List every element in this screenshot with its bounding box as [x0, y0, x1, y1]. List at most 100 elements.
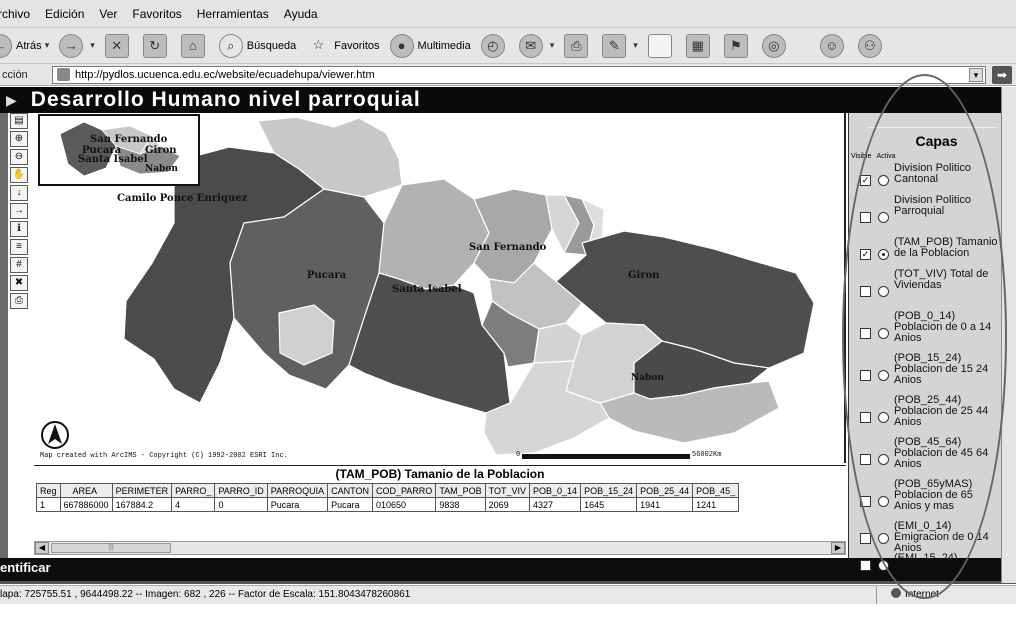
- menu-bar: rchivo Edición Ver Favoritos Herramienta…: [0, 0, 1016, 28]
- extra-button-2[interactable]: ⚇: [857, 33, 886, 58]
- cell-cod-parro: 010650: [371, 497, 437, 512]
- grid-icon[interactable]: #: [10, 257, 28, 273]
- layer-visible-checkbox[interactable]: [860, 212, 871, 223]
- col-perimeter: PERIMETER: [111, 483, 173, 498]
- address-dropdown-icon[interactable]: ▾: [969, 67, 983, 82]
- map-tools: ▤ ⊕ ⊖ ✋ ↓ → ℹ ≡ # ✖ ⎙: [8, 113, 32, 563]
- menu-favoritos[interactable]: Favoritos: [132, 7, 181, 21]
- home-icon: ⌂: [180, 33, 205, 58]
- table-row[interactable]: 1 667886000 167884.2 4 0 Pucara Pucara 0…: [36, 497, 740, 512]
- address-bar: cción http://pydlos.ucuenca.edu.ec/websi…: [0, 64, 1016, 86]
- scale-bar: [522, 454, 690, 459]
- print-map-icon[interactable]: ⎙: [10, 293, 28, 309]
- table-header-row: Reg AREA PERIMETER PARRO_ PARRO_ID PARRO…: [36, 483, 740, 498]
- table-hscrollbar[interactable]: ◀ ||| ▶: [34, 541, 846, 555]
- toggle-overview-icon[interactable]: ▤: [10, 113, 28, 129]
- layer-active-radio[interactable]: [878, 533, 889, 544]
- region-pucara-hole: [278, 304, 335, 366]
- layer-visible-checkbox[interactable]: [860, 496, 871, 507]
- layer-active-radio[interactable]: [878, 249, 889, 260]
- layer-active-radio[interactable]: [878, 560, 889, 571]
- mail-button[interactable]: ✉ ▾: [518, 33, 555, 58]
- menu-ayuda[interactable]: Ayuda: [284, 7, 318, 21]
- pan-hand-icon[interactable]: ✋: [10, 167, 28, 183]
- layer-visible-checkbox[interactable]: ✓: [860, 175, 871, 186]
- cell-reg: 1: [36, 497, 61, 512]
- cell-tot-viv: 2069: [484, 497, 531, 512]
- col-area: AREA: [59, 483, 113, 498]
- layer-active-radio[interactable]: [878, 212, 889, 223]
- menu-herramientas[interactable]: Herramientas: [197, 7, 269, 21]
- pan-down-icon[interactable]: ↓: [10, 185, 28, 201]
- messenger-button[interactable]: ⚑: [723, 33, 752, 58]
- forward-button[interactable]: → ▾: [59, 33, 95, 58]
- back-button[interactable]: ← Atrás ▾: [0, 33, 50, 58]
- messenger-icon: ⚑: [723, 33, 748, 58]
- pan-right-icon[interactable]: →: [10, 203, 28, 219]
- multimedia-button[interactable]: ● Multimedia: [389, 33, 471, 58]
- menu-edicion[interactable]: Edición: [45, 7, 84, 21]
- layer-label: (POB_65yMAS) Poblacion de 65 Anios y mas: [894, 478, 973, 512]
- menu-archivo[interactable]: rchivo: [0, 7, 30, 21]
- col-parro-id: PARRO_ID: [214, 483, 268, 498]
- layer-label: Division Politico Cantonal: [894, 162, 972, 185]
- stop-button[interactable]: ✕: [104, 33, 133, 58]
- col-pob-25-44: POB_25_44: [636, 483, 694, 498]
- refresh-button[interactable]: ↻: [142, 33, 171, 58]
- favorites-label: Favoritos: [334, 39, 380, 52]
- menu-ver[interactable]: Ver: [99, 7, 117, 21]
- zoom-in-icon[interactable]: ⊕: [10, 131, 28, 147]
- layers-column-headers: Visible Activa: [851, 153, 896, 160]
- layer-visible-checkbox[interactable]: [860, 454, 871, 465]
- discuss-button[interactable]: [647, 33, 676, 58]
- layer-active-radio[interactable]: [878, 412, 889, 423]
- forward-dropdown-icon[interactable]: ▾: [90, 40, 95, 51]
- layer-active-radio[interactable]: [878, 454, 889, 465]
- media-button[interactable]: ◎: [761, 33, 790, 58]
- layer-visible-checkbox[interactable]: ✓: [860, 249, 871, 260]
- cell-parro: 4: [171, 497, 216, 512]
- edit-dropdown-icon[interactable]: ▾: [633, 40, 638, 51]
- address-input[interactable]: http://pydlos.ucuenca.edu.ec/website/ecu…: [52, 65, 986, 84]
- ov-label-san-fernando: San Fernando: [90, 134, 168, 145]
- layer-visible-checkbox[interactable]: [860, 328, 871, 339]
- layer-visible-checkbox[interactable]: [860, 533, 871, 544]
- zoom-out-icon[interactable]: ⊖: [10, 149, 28, 165]
- cell-perimeter: 167884.2: [111, 497, 173, 512]
- scroll-left-icon[interactable]: ◀: [35, 542, 49, 554]
- page-vscrollbar[interactable]: [1001, 87, 1016, 583]
- home-button[interactable]: ⌂: [180, 33, 209, 58]
- identify-icon[interactable]: ℹ: [10, 221, 28, 237]
- layer-label: (POB_15_24) Poblacion de 15 24 Anios: [894, 352, 989, 386]
- back-dropdown-icon[interactable]: ▾: [45, 40, 50, 51]
- map-label-camilo: Camilo Ponce Enriquez: [117, 193, 248, 204]
- col-canton: CANTON: [327, 483, 373, 498]
- media-icon: ◎: [761, 33, 786, 58]
- edit-button[interactable]: ✎ ▾: [602, 33, 638, 58]
- layer-active-radio[interactable]: [878, 286, 889, 297]
- extra-button-1[interactable]: ☺: [819, 33, 848, 58]
- scroll-right-icon[interactable]: ▶: [831, 542, 845, 554]
- search-button[interactable]: ⌕ Búsqueda: [218, 33, 296, 58]
- layer-visible-checkbox[interactable]: [860, 370, 871, 381]
- layer-active-radio[interactable]: [878, 496, 889, 507]
- go-button[interactable]: ➡: [992, 65, 1012, 84]
- history-button[interactable]: ◴: [480, 33, 509, 58]
- scroll-thumb[interactable]: |||: [51, 543, 171, 553]
- layer-visible-checkbox[interactable]: [860, 412, 871, 423]
- layer-visible-checkbox[interactable]: [860, 286, 871, 297]
- mail-dropdown-icon[interactable]: ▾: [550, 40, 555, 51]
- status-bar: lapa: 725755.51 , 9644498.22 -- Imagen: …: [0, 585, 1016, 604]
- status-zone: Internet: [876, 586, 1016, 604]
- select-icon[interactable]: ✖: [10, 275, 28, 291]
- favorites-button[interactable]: ☆ Favoritos: [306, 33, 380, 58]
- print-button[interactable]: ⎙: [564, 33, 592, 58]
- cell-area: 667886000: [59, 497, 113, 512]
- measure-icon[interactable]: ≡: [10, 239, 28, 255]
- north-arrow-icon: [40, 420, 70, 455]
- layer-active-radio[interactable]: [878, 175, 889, 186]
- research-button[interactable]: ▦: [685, 33, 714, 58]
- layer-active-radio[interactable]: [878, 328, 889, 339]
- layer-visible-checkbox[interactable]: [860, 560, 871, 571]
- layer-active-radio[interactable]: [878, 370, 889, 381]
